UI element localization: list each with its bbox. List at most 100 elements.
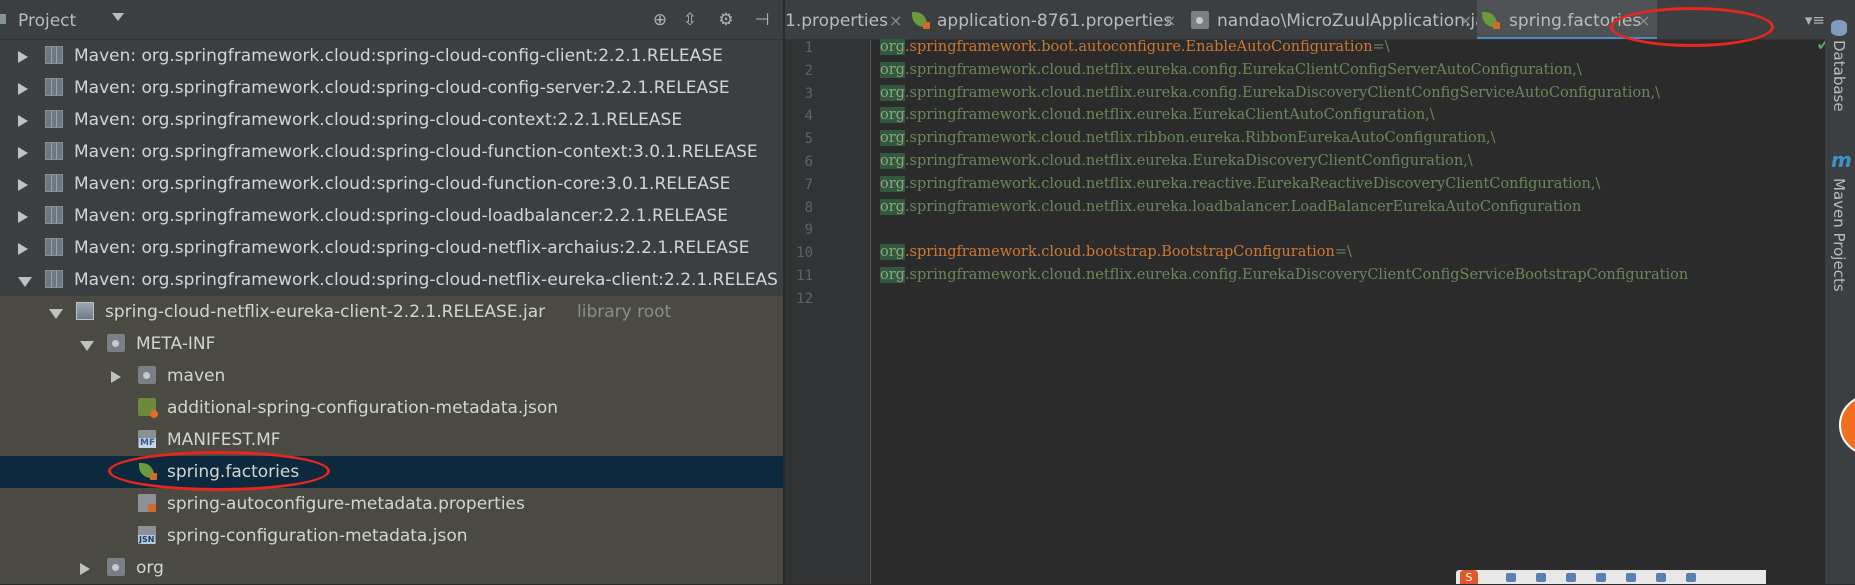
project-folder-icon: [0, 14, 6, 24]
property-value: .springframework.cloud.netflix.eureka.co…: [904, 84, 1660, 101]
maven-m-icon[interactable]: m: [1831, 148, 1852, 172]
line-number: 2: [804, 62, 813, 79]
tray-icon-4[interactable]: [1596, 573, 1606, 582]
tree-row[interactable]: Maven: org.springframework.cloud:spring-…: [0, 200, 783, 232]
collapsed-arrow-icon[interactable]: [111, 371, 121, 383]
property-value: =\: [1372, 39, 1390, 55]
highlighted-token: org: [880, 107, 905, 124]
code-line[interactable]: org.springframework.cloud.netflix.eureka…: [880, 107, 1435, 124]
project-view-dropdown-icon[interactable]: [112, 13, 124, 21]
tree-row[interactable]: org: [0, 552, 783, 584]
tree-row[interactable]: spring-cloud-netflix-eureka-client-2.2.1…: [0, 296, 783, 328]
close-tab-icon[interactable]: ×: [889, 11, 902, 30]
tree-row[interactable]: Maven: org.springframework.cloud:spring-…: [0, 232, 783, 264]
input-method-icon[interactable]: S: [1460, 570, 1478, 584]
code-line[interactable]: org.springframework.cloud.netflix.eureka…: [880, 267, 1688, 283]
tree-item-label: MANIFEST.MF: [167, 430, 281, 450]
highlighted-token: org: [880, 244, 905, 261]
expanded-arrow-icon[interactable]: [80, 341, 94, 351]
code-line[interactable]: org.springframework.cloud.netflix.ribbon…: [880, 130, 1496, 147]
editor-tab[interactable]: nandao\MicroZuulApplication.java ×: [1187, 0, 1506, 39]
line-number: 10: [796, 245, 813, 262]
tray-icon-1[interactable]: [1506, 573, 1516, 582]
collapsed-arrow-icon[interactable]: [18, 179, 28, 191]
tray-icon-3[interactable]: [1566, 573, 1576, 582]
hide-panel-icon[interactable]: ⊣: [752, 10, 772, 30]
collapsed-arrow-icon[interactable]: [18, 243, 28, 255]
library-icon: [45, 78, 63, 96]
tree-item-label: Maven: org.springframework.cloud:spring-…: [74, 78, 730, 98]
collapsed-arrow-icon[interactable]: [18, 83, 28, 95]
close-tab-icon[interactable]: ×: [1459, 11, 1472, 30]
tray-icon-6[interactable]: [1656, 573, 1666, 582]
tree-row[interactable]: Maven: org.springframework.cloud:spring-…: [0, 264, 783, 296]
database-tool-tab[interactable]: Database: [1830, 40, 1848, 112]
library-icon: [45, 110, 63, 128]
editor-tab-label: 1.properties: [785, 11, 888, 31]
code-line[interactable]: org.springframework.boot.autoconfigure.E…: [880, 39, 1390, 55]
spring-boot-class-icon: [1191, 11, 1209, 29]
code-line[interactable]: org.springframework.cloud.netflix.eureka…: [880, 175, 1601, 192]
code-line[interactable]: org.springframework.cloud.netflix.eureka…: [880, 61, 1582, 78]
tray-icon-7[interactable]: [1686, 573, 1696, 582]
project-tool-window: Project ⊕ ⇳ ⚙ ⊣ Maven: org.springframewo…: [0, 0, 783, 584]
database-icon[interactable]: [1831, 20, 1847, 36]
collapsed-arrow-icon[interactable]: [18, 51, 28, 63]
collapsed-arrow-icon[interactable]: [18, 211, 28, 223]
tree-row[interactable]: maven: [0, 360, 783, 392]
code-line[interactable]: org.springframework.cloud.bootstrap.Boot…: [880, 244, 1352, 261]
tree-row[interactable]: Maven: org.springframework.cloud:spring-…: [0, 136, 783, 168]
close-tab-icon[interactable]: ×: [1163, 11, 1176, 30]
gear-icon[interactable]: ⚙: [716, 10, 736, 30]
tree-item-label: org: [136, 558, 164, 578]
tree-row[interactable]: MF MANIFEST.MF: [0, 424, 783, 456]
tree-row[interactable]: spring-autoconfigure-metadata.properties: [0, 488, 783, 520]
project-header: Project ⊕ ⇳ ⚙ ⊣: [0, 0, 783, 40]
line-number: 8: [804, 199, 813, 216]
expanded-arrow-icon[interactable]: [18, 277, 32, 287]
tray-icon-5[interactable]: [1626, 573, 1636, 582]
editor-tab[interactable]: 1.properties ×: [785, 0, 909, 39]
tree-row[interactable]: additional-spring-configuration-metadata…: [0, 392, 783, 424]
tree-item-label: Maven: org.springframework.cloud:spring-…: [74, 206, 728, 226]
tree-row[interactable]: Maven: org.springframework.cloud:spring-…: [0, 168, 783, 200]
tree-row[interactable]: Maven: org.springframework.cloud:spring-…: [0, 104, 783, 136]
tree-row[interactable]: Maven: org.springframework.cloud:spring-…: [0, 72, 783, 104]
editor-tab-label: application-8761.properties: [937, 11, 1173, 31]
expanded-arrow-icon[interactable]: [49, 309, 63, 319]
collapsed-arrow-icon[interactable]: [18, 115, 28, 127]
tab-overflow-icon[interactable]: ▾≡: [1805, 11, 1825, 29]
code-line[interactable]: org.springframework.cloud.netflix.eureka…: [880, 84, 1660, 101]
line-number: 4: [804, 108, 813, 125]
tree-row[interactable]: Maven: org.springframework.cloud:spring-…: [0, 40, 783, 72]
collapsed-arrow-icon[interactable]: [18, 147, 28, 159]
manifest-icon: MF: [138, 430, 157, 448]
editor-tab[interactable]: application-8761.properties ×: [909, 0, 1187, 39]
highlighted-token: org: [880, 175, 905, 192]
collapse-all-icon[interactable]: ⇳: [680, 10, 700, 30]
code-editor[interactable]: 1 2 3 4 5 6 7 8 9 10 11 12 org.springframework.boot…: [785, 32, 1849, 584]
maven-projects-tool-tab[interactable]: Maven Projects: [1830, 178, 1848, 292]
project-title[interactable]: Project: [18, 11, 76, 31]
locate-target-icon[interactable]: ⊕: [650, 10, 670, 30]
tree-row[interactable]: META-INF: [0, 328, 783, 360]
code-line[interactable]: org.springframework.cloud.netflix.eureka…: [880, 198, 1582, 215]
library-root-hint: library root: [577, 302, 672, 322]
code-line[interactable]: org.springframework.cloud.netflix.eureka…: [880, 153, 1473, 169]
property-value: =\: [1334, 244, 1352, 261]
property-value: .springframework.cloud.netflix.eureka.lo…: [904, 198, 1582, 215]
property-key: .springframework.cloud.bootstrap.Bootstr…: [904, 244, 1335, 261]
highlighted-token: org: [880, 198, 905, 215]
library-icon: [45, 46, 63, 64]
line-number: 7: [804, 176, 813, 193]
tree-item-label: Maven: org.springframework.cloud:spring-…: [74, 110, 683, 130]
highlighted-token: org: [880, 267, 905, 283]
tray-icon-2[interactable]: [1536, 573, 1546, 582]
annotation-circle-tree: [108, 451, 330, 491]
collapsed-arrow-icon[interactable]: [80, 563, 90, 575]
system-tray: S: [1456, 570, 1766, 584]
library-icon: [45, 206, 63, 224]
line-number: 9: [804, 222, 813, 239]
property-value: .springframework.cloud.netflix.eureka.re…: [904, 175, 1601, 192]
tree-row[interactable]: JSN spring-configuration-metadata.json: [0, 520, 783, 552]
